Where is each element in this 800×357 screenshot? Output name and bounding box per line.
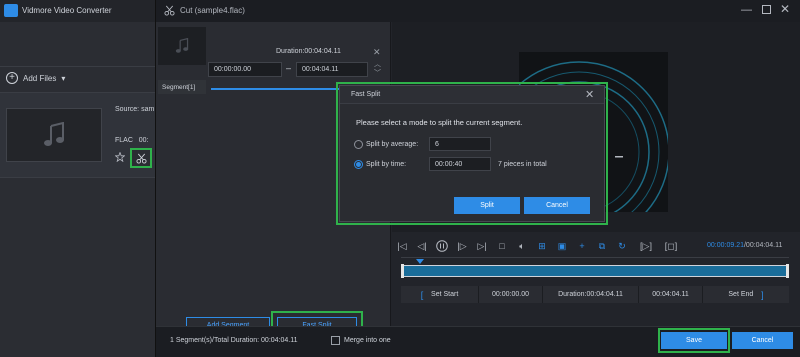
end-time-field[interactable]: 00:04:04.11 [639, 286, 703, 303]
step-forward-icon[interactable]: |▷ [456, 240, 468, 252]
source-label: Source: sam [115, 106, 155, 113]
segment-label: Segment[1] [162, 84, 196, 91]
cut-window-titlebar [156, 0, 800, 22]
split-time-input[interactable]: 00:00:40 [429, 157, 491, 171]
dialog-cancel-button[interactable]: Cancel [524, 197, 590, 214]
file-thumbnail [6, 108, 102, 162]
stop-icon[interactable]: □ [496, 240, 508, 252]
add-files-button[interactable]: + Add Files ▾ [6, 72, 65, 84]
effect-star-icon[interactable] [115, 152, 125, 162]
close-icon[interactable]: ✕ [585, 88, 594, 101]
cancel-button[interactable]: Cancel [732, 332, 793, 349]
chevron-down-icon[interactable]: ﹀ [374, 68, 381, 78]
duration-display: Duration:00:04:04.11 [543, 286, 639, 303]
plus-icon: + [6, 72, 18, 84]
split-by-time-label: Split by time: [366, 161, 407, 168]
loop-icon[interactable]: [◻] [664, 240, 678, 252]
minimize-icon[interactable]: — [741, 4, 752, 16]
timeline-start-handle[interactable] [401, 264, 404, 278]
merge-label: Merge into one [344, 337, 391, 344]
timeline-track[interactable] [401, 265, 789, 277]
dialog-prompt: Please select a mode to split the curren… [356, 118, 523, 127]
app-title: Vidmore Video Converter [22, 6, 112, 15]
skip-start-icon[interactable]: |◁ [396, 240, 408, 252]
pieces-info: 7 pieces in total [498, 161, 547, 168]
cut-button-highlight[interactable] [130, 148, 152, 168]
timeline-end-handle[interactable] [786, 264, 789, 278]
average-count-input[interactable]: 6 [429, 137, 491, 151]
delete-segment-icon[interactable]: ✕ [373, 47, 381, 58]
volume-icon[interactable]: 🔈︎ [516, 240, 528, 252]
cut-window-title: Cut (sample4.flac) [180, 6, 245, 15]
segment-end-field[interactable]: 00:04:04.11 [296, 62, 368, 77]
add-icon[interactable]: + [576, 240, 588, 252]
music-note-icon [175, 38, 189, 53]
set-start-button[interactable]: [ Set Start [401, 286, 479, 303]
segment-summary: 1 Segment(s)/Total Duration: 00:04:04.11 [170, 337, 298, 344]
close-icon[interactable]: ✕ [780, 2, 790, 16]
bracket-right-icon: ] [761, 289, 764, 300]
duplicate-icon[interactable]: ⧉ [596, 240, 608, 252]
start-time-field[interactable]: 00:00:00.00 [479, 286, 543, 303]
format-label: FLAC 00: [115, 137, 149, 144]
split-by-time-radio[interactable] [354, 160, 363, 169]
chevron-down-icon[interactable]: ▾ [61, 74, 65, 83]
split-icon[interactable]: ⊞ [536, 240, 548, 252]
reset-icon[interactable]: ↻ [616, 240, 628, 252]
step-back-icon[interactable]: ◁| [416, 240, 428, 252]
fast-split-dialog: Fast Split ✕ Please select a mode to spl… [339, 85, 605, 222]
bracket-left-icon: [ [420, 289, 424, 300]
add-files-label: Add Files [23, 73, 57, 83]
range-dash: – [286, 63, 292, 73]
time-readout: 00:00:09.21/00:04:04.11 [707, 242, 782, 249]
split-by-average-radio[interactable] [354, 140, 363, 149]
segment-start-field[interactable]: 00:00:00.00 [208, 62, 282, 77]
set-end-button[interactable]: Set End ] [703, 286, 789, 303]
scissors-icon [135, 153, 147, 164]
app-logo-icon [4, 4, 18, 17]
divider [0, 66, 155, 67]
segment-duration: Duration:00:04:04.11 [276, 48, 341, 55]
segment-copy-icon[interactable]: ▣ [556, 240, 568, 252]
pause-icon[interactable] [436, 240, 448, 252]
set-range-row: [ Set Start 00:00:00.00 Duration:00:04:0… [401, 286, 789, 303]
save-button[interactable]: Save [661, 332, 727, 349]
preview-segment-icon[interactable]: [▷] [636, 240, 656, 252]
split-by-average-label: Split by average: [366, 141, 419, 148]
current-time: 00:00:09.21 [707, 242, 744, 249]
skip-end-icon[interactable]: ▷| [476, 240, 488, 252]
background-app-window: Vidmore Video Converter + Add Files ▾ So… [0, 0, 155, 357]
music-note-icon [44, 122, 64, 146]
merge-checkbox[interactable] [331, 336, 340, 345]
total-time: /00:04:04.11 [743, 242, 783, 249]
segment-thumbnail [158, 27, 206, 65]
split-button[interactable]: Split [454, 197, 520, 214]
maximize-icon[interactable] [762, 5, 771, 14]
timeline-ruler [401, 257, 789, 258]
playhead-marker[interactable] [415, 259, 424, 264]
dialog-title: Fast Split [351, 91, 381, 98]
scissors-icon [164, 5, 175, 16]
